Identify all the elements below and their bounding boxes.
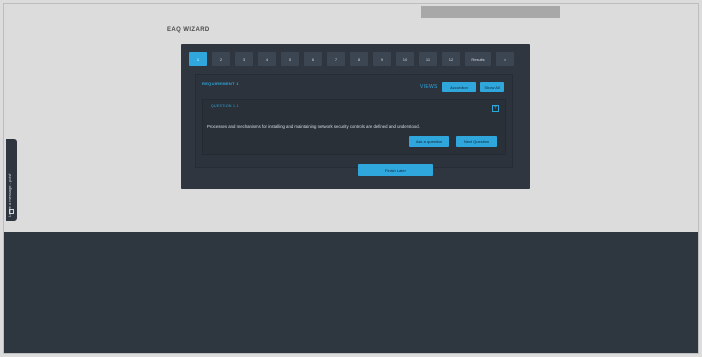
wizard-panel: 1 2 3 4 5 6 7 8 9 10 11 12 Results > REQ…	[181, 44, 530, 189]
next-step-button[interactable]: >	[496, 52, 514, 66]
question-text: Processes and mechanisms for installing …	[207, 124, 420, 129]
step-1-button[interactable]: 1	[189, 52, 207, 66]
leave-message-tab[interactable]: Leave a message - pcisf	[6, 139, 17, 221]
requirement-title: REQUIREMENT 1	[202, 81, 239, 86]
step-7-button[interactable]: 7	[327, 52, 345, 66]
step-2-button[interactable]: 2	[212, 52, 230, 66]
page-frame: EAQ WIZARD 1 2 3 4 5 6 7 8 9 10 11 12 Re…	[3, 3, 699, 354]
question-title: QUESTION 1.1	[211, 104, 239, 108]
step-12-button[interactable]: 12	[442, 52, 460, 66]
step-5-button[interactable]: 5	[281, 52, 299, 66]
accordion-view-button[interactable]: Accordion	[442, 82, 476, 92]
finish-later-button[interactable]: Finish Later	[358, 164, 433, 176]
results-button[interactable]: Results	[465, 52, 491, 66]
step-navigation: 1 2 3 4 5 6 7 8 9 10 11 12 Results >	[189, 52, 514, 66]
views-label: VIEWS	[420, 84, 438, 90]
step-11-button[interactable]: 11	[419, 52, 437, 66]
step-3-button[interactable]: 3	[235, 52, 253, 66]
show-all-button[interactable]: Show All	[480, 82, 504, 92]
question-card: QUESTION 1.1 + Processes and mechanisms …	[202, 99, 506, 155]
plus-square-icon[interactable]: +	[492, 105, 499, 112]
top-bar-placeholder	[421, 6, 560, 18]
leave-message-label: Leave a message - pcisf	[7, 173, 12, 217]
step-10-button[interactable]: 10	[396, 52, 414, 66]
footer	[4, 232, 698, 353]
step-9-button[interactable]: 9	[373, 52, 391, 66]
step-8-button[interactable]: 8	[350, 52, 368, 66]
wizard-title: EAQ WIZARD	[167, 27, 210, 33]
requirement-section: REQUIREMENT 1 VIEWS Accordion Show All Q…	[195, 74, 513, 168]
ask-question-button[interactable]: Ask a question	[409, 136, 449, 147]
step-6-button[interactable]: 6	[304, 52, 322, 66]
step-4-button[interactable]: 4	[258, 52, 276, 66]
next-question-button[interactable]: Next Question	[456, 136, 497, 147]
